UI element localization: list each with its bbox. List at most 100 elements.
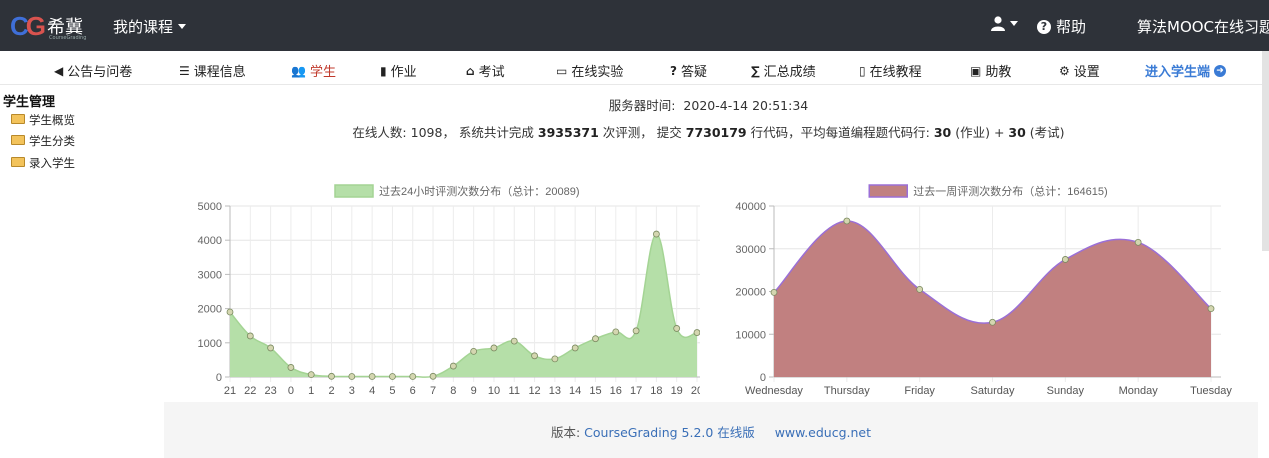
sidebar: 学生管理 学生概览 学生分类 录入学生 — [0, 86, 155, 458]
data-point — [470, 347, 478, 355]
x-tick-label: 4 — [369, 385, 375, 397]
legend-label: 过去24小时评测次数分布（总计：20089) — [379, 184, 580, 198]
sidebar-item-categories[interactable]: 学生分类 — [11, 133, 75, 149]
user-menu[interactable] — [991, 16, 1018, 31]
logo-mark-icon: CG — [10, 10, 46, 41]
help-link[interactable]: ? 帮助 — [1037, 16, 1086, 37]
sidebar-item-label: 学生分类 — [29, 134, 75, 148]
nav-item-2[interactable]: 👥 学生 — [291, 61, 336, 81]
question-icon: ? — [670, 63, 677, 78]
sidebar-item-import[interactable]: 录入学生 — [11, 155, 75, 171]
y-tick-label: 30000 — [735, 244, 766, 256]
nav-item-11[interactable]: 进入学生端 ➜ — [1145, 61, 1227, 80]
x-tick-label: 14 — [569, 385, 581, 397]
x-tick-label: 13 — [549, 385, 561, 397]
my-courses-dropdown[interactable]: 我的课程 — [113, 16, 187, 37]
nav-label: 在线教程 — [869, 65, 922, 80]
version-label: 版本: — [550, 425, 581, 440]
nav-item-6[interactable]: ? 答疑 — [670, 61, 707, 81]
y-tick-label: 2000 — [198, 304, 222, 316]
nav-item-4[interactable]: ⌂ 考试 — [466, 61, 505, 81]
sidebar-item-overview[interactable]: 学生概览 — [11, 112, 75, 128]
footer: 版本: CourseGrading 5.2.0 在线版 www.educg.ne… — [164, 402, 1258, 458]
x-tick-label: Friday — [904, 385, 935, 397]
folder-open-icon — [11, 157, 25, 167]
book-icon: ▮ — [380, 63, 387, 78]
nav-item-1[interactable]: ☰ 课程信息 — [179, 61, 246, 81]
nav-label: 助教 — [985, 65, 1012, 80]
data-point — [989, 318, 996, 326]
data-point — [389, 373, 396, 380]
sigma-icon: ∑ — [751, 63, 760, 78]
course-title: 算法MOOC在线习题 — [1137, 18, 1269, 36]
data-point — [531, 352, 538, 360]
nav-label: 学生 — [309, 65, 336, 80]
x-tick-label: 7 — [430, 385, 436, 397]
data-point — [612, 328, 620, 336]
system-stats: 在线人数: 1098， 系统共计完成 3935371 次评测， 提交 77301… — [352, 125, 1065, 140]
data-point — [571, 344, 579, 352]
data-point — [449, 362, 457, 370]
x-tick-label: Tuesday — [1190, 385, 1232, 397]
data-point — [368, 373, 376, 380]
x-tick-label: 15 — [589, 385, 601, 397]
nav-item-7[interactable]: ∑ 汇总成绩 — [751, 61, 816, 81]
data-point — [592, 335, 599, 343]
x-tick-label: 17 — [630, 385, 642, 397]
y-tick-label: 0 — [760, 372, 766, 384]
data-point — [226, 308, 234, 316]
x-tick-label: 18 — [650, 385, 662, 397]
x-tick-label: Wednesday — [745, 385, 803, 397]
x-tick-label: 11 — [509, 385, 520, 397]
folder-open-icon — [11, 135, 25, 145]
arrow-right-circle-icon: ➜ — [1214, 64, 1227, 77]
nav-item-10[interactable]: ⚙ 设置 — [1059, 61, 1100, 81]
logo[interactable]: CG 希冀 CourseGrading — [10, 10, 87, 42]
server-time: 服务器时间: 2020-4-14 20:51:34 — [608, 98, 809, 113]
my-courses-label: 我的课程 — [113, 18, 174, 36]
chevron-down-icon — [178, 24, 187, 29]
nav-item-9[interactable]: ▣ 助教 — [970, 61, 1012, 81]
x-tick-label: Saturday — [970, 385, 1015, 397]
x-tick-label: 23 — [264, 385, 276, 397]
sidebar-item-label: 学生概览 — [29, 113, 75, 127]
site-link[interactable]: www.educg.net — [775, 425, 871, 440]
nav-item-5[interactable]: ▭ 在线实验 — [556, 61, 623, 81]
y-tick-label: 20000 — [735, 287, 766, 299]
nav-item-0[interactable]: ◀ 公告与问卷 — [54, 61, 132, 81]
legend-swatch — [334, 184, 374, 198]
scrollbar[interactable] — [1262, 51, 1269, 251]
x-tick-label: 9 — [471, 385, 477, 397]
x-tick-label: 3 — [349, 385, 355, 397]
data-point — [652, 230, 660, 238]
nav-label: 汇总成绩 — [763, 65, 816, 80]
version-link[interactable]: CourseGrading 5.2.0 在线版 — [584, 425, 755, 440]
nav-item-8[interactable]: ▯ 在线教程 — [859, 61, 922, 81]
y-tick-label: 10000 — [735, 329, 766, 341]
data-point — [429, 372, 437, 380]
data-point — [843, 217, 851, 225]
data-point — [510, 337, 518, 345]
nav-item-3[interactable]: ▮ 作业 — [380, 61, 417, 81]
data-point — [770, 288, 778, 296]
x-tick-label: 20 — [691, 385, 700, 397]
user-icon — [991, 16, 1005, 31]
data-point — [328, 372, 335, 380]
x-tick-label: 10 — [488, 385, 500, 397]
x-tick-label: Monday — [1119, 385, 1159, 397]
x-tick-label: 19 — [671, 385, 683, 397]
data-point — [307, 371, 315, 379]
logo-text: 希冀 CourseGrading — [47, 17, 87, 41]
bullhorn-icon: ◀ — [54, 63, 64, 78]
sidebar-item-label: 录入学生 — [29, 156, 75, 170]
x-tick-label: 8 — [450, 385, 456, 397]
legend-swatch — [868, 184, 908, 198]
series-area — [230, 234, 697, 378]
data-point — [287, 364, 295, 371]
data-point — [1061, 256, 1069, 263]
folder-open-icon — [11, 114, 25, 124]
x-tick-label: 12 — [528, 385, 540, 397]
tutorial-icon: ▯ — [859, 63, 866, 78]
x-tick-label: 2 — [328, 385, 334, 397]
top-navbar: CG 希冀 CourseGrading 我的课程 ? 帮助 算法MOOC在线习题 — [0, 0, 1269, 51]
